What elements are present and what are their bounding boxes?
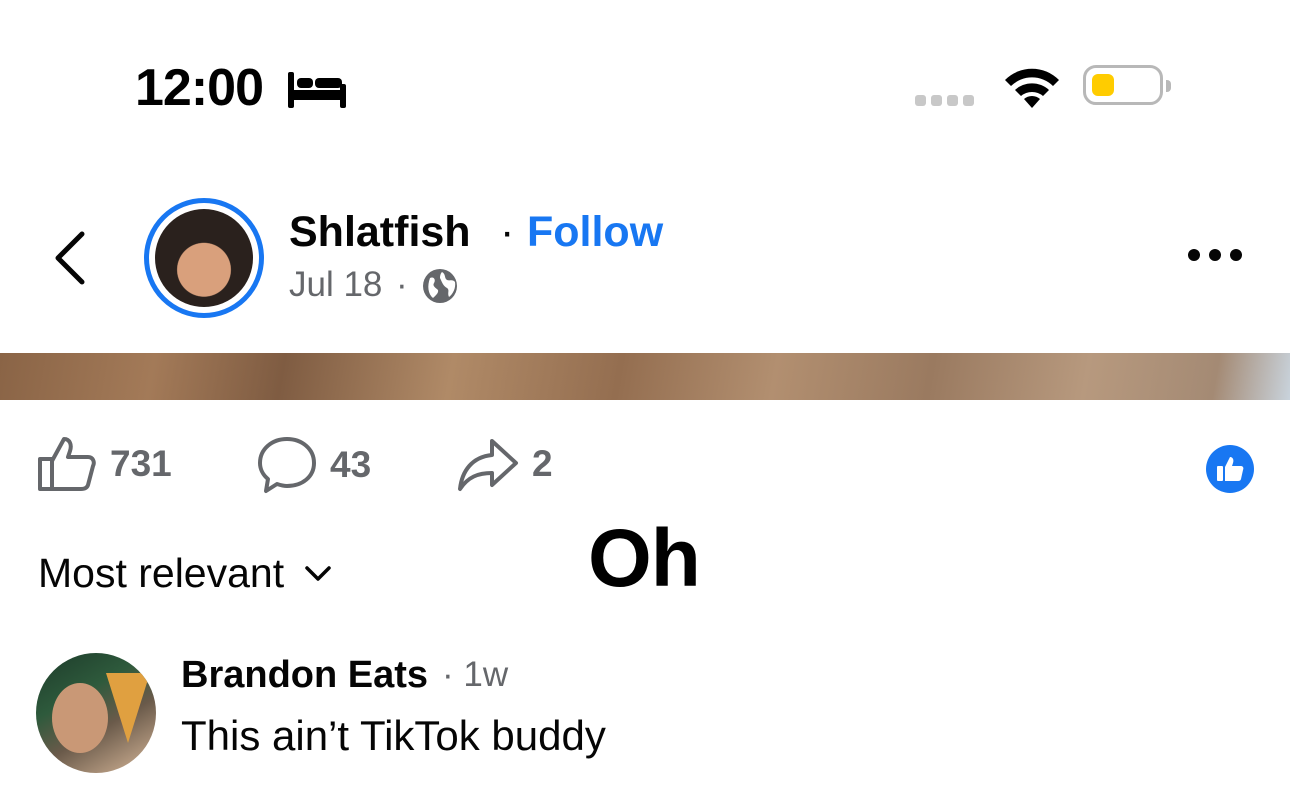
globe-icon — [423, 269, 457, 303]
chevron-left-icon[interactable] — [50, 230, 90, 286]
date-separator: · — [396, 265, 408, 304]
comment-count: 43 — [330, 444, 372, 485]
share-count: 2 — [532, 443, 553, 484]
comment-timestamp: · 1w — [442, 655, 509, 694]
comment-button[interactable]: 43 — [256, 435, 371, 495]
like-count: 731 — [110, 443, 172, 484]
more-horizontal-icon — [1188, 249, 1200, 261]
commenter-avatar[interactable] — [36, 653, 156, 773]
thumbs-up-outline-icon — [38, 437, 96, 491]
overlay-caption: Oh — [588, 513, 701, 604]
comment-sort-dropdown[interactable]: Most relevant — [38, 550, 332, 597]
more-options-button[interactable] — [1188, 249, 1242, 261]
post-date[interactable]: Jul 18 — [289, 265, 382, 305]
author-name[interactable]: Shlatfish — [289, 208, 471, 257]
battery-low-icon — [1083, 65, 1171, 105]
like-reaction-icon[interactable] — [1206, 445, 1254, 493]
comment-text: This ain’t TikTok buddy — [181, 712, 606, 759]
chevron-down-icon — [305, 565, 331, 581]
name-separator: · — [500, 208, 515, 256]
like-button[interactable]: 731 — [36, 435, 172, 493]
author-avatar[interactable] — [144, 198, 264, 318]
post-media[interactable] — [0, 353, 1290, 400]
pizza-slice-image — [106, 673, 150, 743]
cellular-signal-icon — [915, 95, 974, 106]
wifi-icon — [1005, 68, 1059, 108]
commenter-avatar-face — [52, 683, 108, 753]
follow-button[interactable]: Follow — [527, 208, 663, 257]
comment-bubble-icon — [258, 437, 316, 493]
status-time: 12:00 — [135, 59, 264, 117]
comment-author[interactable]: Brandon Eats — [181, 654, 428, 697]
bed-icon — [288, 72, 346, 108]
author-avatar-photo — [155, 209, 253, 307]
share-button[interactable]: 2 — [456, 435, 553, 493]
sort-label: Most relevant — [38, 550, 285, 596]
share-arrow-icon — [458, 439, 518, 491]
